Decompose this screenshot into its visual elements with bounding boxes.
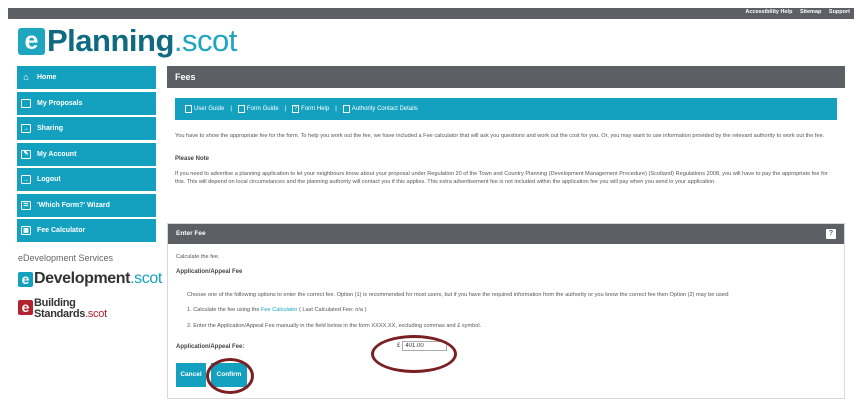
note-title: Please Note [175, 156, 210, 162]
sidebar-item-home[interactable]: ⌂ Home [17, 66, 156, 89]
support-link[interactable]: Support [829, 9, 850, 15]
logo-text: Planning.scot [47, 23, 237, 59]
building-standards-domain: .scot [85, 308, 107, 320]
sidebar-item-label: My Account [37, 150, 77, 158]
edevelopment-logo[interactable]: e Development.scot [18, 270, 162, 288]
user-guide-link[interactable]: User Guide [185, 105, 224, 113]
sidebar-item-logout[interactable]: → Logout [17, 168, 156, 191]
sidebar-item-my-account[interactable]: ✎ My Account [17, 142, 156, 166]
sidebar-item-label: Home [37, 74, 57, 81]
edevelopment-name: Development [34, 270, 131, 287]
user-guide-label: User Guide [194, 106, 225, 112]
option-2-text: 2. Enter the Application/Appeal Fee manu… [187, 323, 482, 329]
sitemap-link[interactable]: Sitemap [800, 9, 821, 15]
sidebar-item-label: My Proposals [37, 99, 83, 107]
edevelopment-domain: .scot [130, 270, 162, 287]
confirm-button[interactable]: Confirm [211, 363, 247, 387]
top-links: Accessibility Help Sitemap Support [739, 9, 850, 15]
sidebar-item-label: Logout [37, 176, 61, 183]
fee-calculator-link[interactable]: Fee Calculator [261, 307, 297, 313]
logo-badge: e [18, 27, 45, 55]
top-bar: Accessibility Help Sitemap Support [8, 8, 854, 19]
home-icon: ⌂ [23, 72, 29, 82]
form-guide-link[interactable]: Form Guide [237, 105, 279, 113]
intro-text: You have to show the appropriate fee for… [175, 133, 825, 139]
option-1-prefix: 1. Calculate the fee using the [187, 307, 262, 313]
help-links-bar: User Guide | Form Guide | ? Form Help | … [175, 98, 837, 120]
wizard-icon: ☰ [21, 200, 31, 210]
accessibility-help-link[interactable]: Accessibility Help [745, 9, 792, 15]
currency-symbol: £ [397, 343, 401, 349]
sidebar-item-label: Fee Calculator [37, 227, 86, 234]
calculate-text: Calculate the fee. [176, 254, 220, 260]
sidebar-item-fee-calculator[interactable]: ▦ Fee Calculator [17, 219, 156, 242]
fee-input-group: £ [397, 341, 448, 351]
form-guide-label: Form Guide [246, 106, 279, 112]
help-icon[interactable]: ? [826, 229, 836, 239]
choose-option-text: Choose one of the following options to e… [187, 292, 730, 298]
logout-icon: → [21, 175, 31, 184]
document-icon [237, 105, 245, 113]
building-standards-logo[interactable]: e Building Standards.scot [18, 298, 107, 320]
separator: | [284, 106, 287, 112]
separator: | [230, 106, 232, 112]
sidebar-item-label: 'Which Form?' Wizard [37, 201, 110, 209]
sidebar-item-my-proposals[interactable]: My Proposals [17, 91, 156, 115]
page-title: Fees [167, 66, 845, 88]
sidebar-item-which-form-wizard[interactable]: ☰ 'Which Form?' Wizard [17, 193, 156, 217]
eplanning-logo[interactable]: e Planning.scot [18, 23, 237, 59]
fee-field-label: Application/Appeal Fee: [176, 344, 245, 350]
sidebar-item-sharing[interactable]: → Sharing [17, 117, 156, 140]
building-standards-text: Building Standards.scot [34, 298, 107, 320]
separator: | [335, 106, 337, 112]
enter-fee-panel: Enter Fee ? Calculate the fee. Applicati… [167, 223, 845, 399]
enter-fee-title: Enter Fee [176, 230, 206, 237]
sidebar-nav: ⌂ Home My Proposals → Sharing ✎ My Accou… [17, 66, 156, 245]
help-icon: ? [292, 105, 300, 113]
edevelopment-services-title: eDevelopment Services [18, 253, 114, 263]
cancel-button[interactable]: Cancel [176, 363, 206, 387]
building-standards-badge: e [18, 300, 33, 315]
authority-contact-link[interactable]: Authority Contact Details [342, 105, 418, 113]
form-help-label: Form Help [301, 106, 330, 112]
account-icon: ✎ [21, 149, 31, 159]
enter-fee-header: Enter Fee ? [168, 224, 844, 244]
option-1-text: 1. Calculate the fee using the Fee Calcu… [187, 307, 366, 313]
edevelopment-badge: e [18, 271, 33, 287]
option-1-suffix: ( Last Calculated Fee: n/a ) [297, 307, 367, 313]
application-fee-title: Application/Appeal Fee [176, 269, 243, 275]
main-content: Fees User Guide | Form Guide | ? Form He… [167, 66, 845, 399]
calculator-icon: ▦ [21, 226, 31, 235]
form-help-link[interactable]: ? Form Help [292, 105, 329, 113]
fee-input[interactable] [402, 341, 448, 351]
edevelopment-text: Development.scot [34, 270, 162, 288]
share-icon: → [21, 124, 31, 133]
folder-icon [21, 98, 31, 108]
sidebar-item-label: Sharing [37, 125, 64, 132]
note-text: If you need to advertise a planning appl… [175, 171, 828, 185]
logo-name: Planning [47, 23, 174, 58]
document-icon [185, 105, 192, 113]
authority-contact-label: Authority Contact Details [351, 106, 418, 112]
building-standards-line2: Standards [34, 308, 86, 320]
logo-domain: .scot [173, 23, 237, 58]
contact-card-icon [342, 105, 350, 113]
